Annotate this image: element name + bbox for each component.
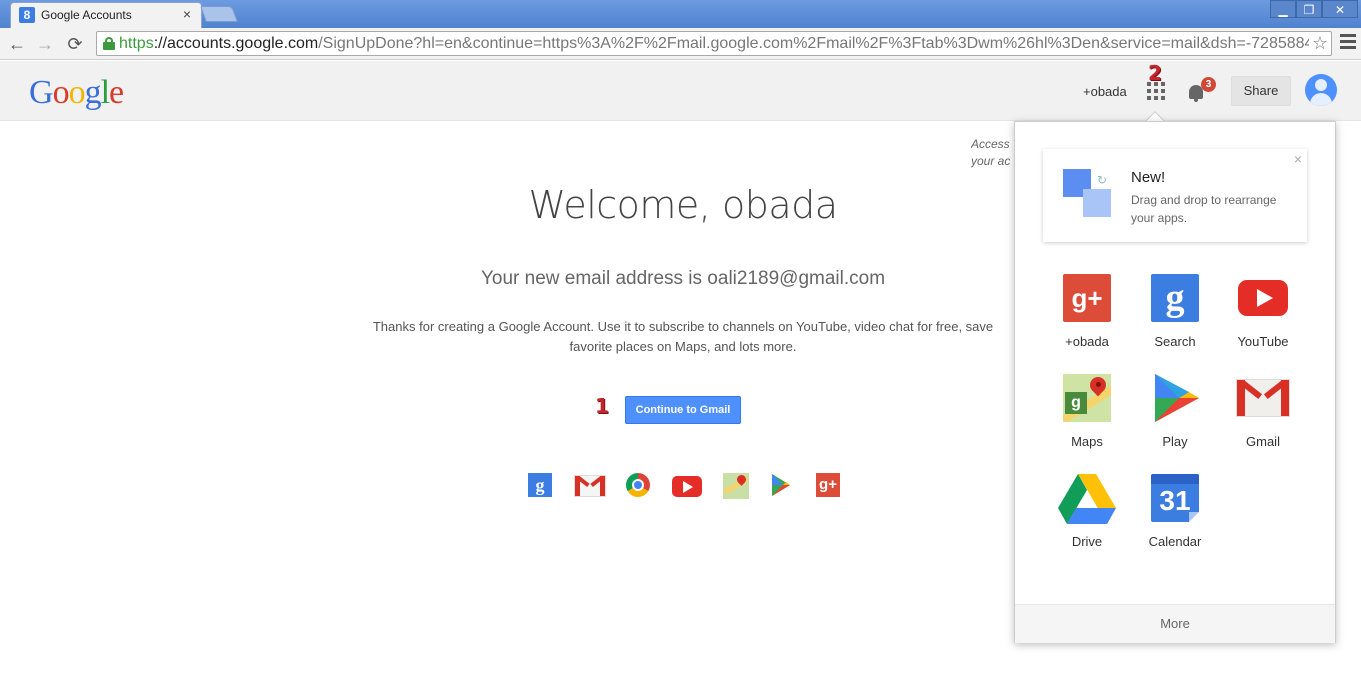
app-gmail[interactable]: Gmail bbox=[1219, 374, 1307, 464]
address-bar[interactable]: https://accounts.google.com/SignUpDone?h… bbox=[96, 31, 1332, 56]
google-logo[interactable]: Google bbox=[29, 74, 124, 112]
gmail-icon[interactable] bbox=[574, 475, 606, 497]
promo-text: Drag and drop to rearrange your apps. bbox=[1131, 193, 1277, 225]
google-plus-icon: g+ bbox=[1063, 274, 1111, 322]
minimize-button[interactable]: ▁ bbox=[1270, 0, 1296, 18]
app-play[interactable]: Play bbox=[1131, 374, 1219, 464]
app-drive[interactable]: Drive bbox=[1043, 474, 1131, 564]
tab-close-icon[interactable]: × bbox=[183, 6, 191, 22]
new-tab-button[interactable] bbox=[200, 6, 238, 22]
logo-letter: o bbox=[52, 74, 70, 111]
gmail-icon bbox=[1236, 379, 1290, 417]
drive-icon bbox=[1058, 474, 1116, 524]
new-email-address-text: Your new email address is oali2189@gmail… bbox=[480, 268, 886, 289]
notification-count-badge[interactable]: 3 bbox=[1201, 77, 1216, 92]
browser-titlebar: 8 Google Accounts × ▁ ❐ ✕ bbox=[0, 0, 1361, 28]
maps-icon: g bbox=[1063, 374, 1111, 422]
rearrange-promo-card: ↻ New! Drag and drop to rearrange your a… bbox=[1043, 149, 1307, 242]
apps-grid-icon[interactable] bbox=[1147, 82, 1165, 100]
promo-title: New! bbox=[1131, 169, 1166, 186]
google-plus-profile-link[interactable]: +obada bbox=[1083, 84, 1127, 99]
tab-title: Google Accounts bbox=[41, 8, 132, 22]
maps-icon[interactable] bbox=[723, 473, 749, 499]
play-icon bbox=[1151, 374, 1199, 422]
search-icon[interactable]: g bbox=[528, 473, 552, 497]
reload-button[interactable]: ⟳ bbox=[64, 34, 86, 54]
app-calendar[interactable]: 31 Calendar bbox=[1131, 474, 1219, 564]
app-youtube[interactable]: YouTube bbox=[1219, 274, 1307, 364]
logo-letter: g bbox=[84, 74, 102, 111]
play-icon[interactable] bbox=[770, 473, 792, 497]
url-text[interactable]: https://accounts.google.com/SignUpDone?h… bbox=[119, 35, 1309, 53]
annotation-number-1: 1 bbox=[595, 394, 609, 418]
thanks-paragraph: Thanks for creating a Google Account. Us… bbox=[372, 319, 994, 354]
welcome-heading: Welcome, obada bbox=[528, 183, 838, 227]
app-label: Search bbox=[1154, 334, 1196, 349]
access-note: Access your ac bbox=[971, 136, 1015, 170]
back-button[interactable]: ← bbox=[6, 34, 28, 54]
maximize-button[interactable]: ❐ bbox=[1296, 0, 1322, 18]
youtube-icon bbox=[1238, 280, 1288, 316]
url-host: accounts.google.com bbox=[167, 35, 319, 52]
chrome-icon[interactable] bbox=[626, 473, 650, 497]
apps-launcher-panel: ↻ New! Drag and drop to rearrange your a… bbox=[1014, 121, 1336, 643]
lock-icon[interactable] bbox=[103, 37, 115, 50]
youtube-icon[interactable] bbox=[672, 476, 702, 497]
url-scheme: https bbox=[119, 35, 154, 52]
url-path: /SignUpDone?hl=en&continue=https%3A%2F%2… bbox=[318, 35, 1309, 52]
app-google-plus[interactable]: g+ +obada bbox=[1043, 274, 1131, 364]
app-label: Drive bbox=[1071, 534, 1103, 549]
close-icon[interactable]: × bbox=[1294, 151, 1302, 167]
logo-letter: l bbox=[100, 74, 111, 111]
share-button[interactable]: Share bbox=[1231, 76, 1291, 106]
app-search[interactable]: g Search bbox=[1131, 274, 1219, 364]
continue-to-gmail-button[interactable]: Continue to Gmail bbox=[625, 396, 741, 424]
google-plus-icon[interactable]: g+ bbox=[816, 473, 840, 497]
google-favicon-icon: 8 bbox=[19, 7, 35, 23]
browser-tab[interactable]: 8 Google Accounts × bbox=[10, 2, 202, 28]
app-label: +obada bbox=[1065, 334, 1109, 349]
chrome-menu-icon[interactable] bbox=[1340, 34, 1356, 50]
logo-letter: o bbox=[68, 74, 86, 111]
access-note-line: your ac bbox=[971, 154, 1011, 168]
close-window-button[interactable]: ✕ bbox=[1322, 0, 1358, 18]
browser-toolbar: ← → ⟳ https://accounts.google.com/SignUp… bbox=[0, 28, 1361, 60]
google-search-icon: g bbox=[1151, 274, 1199, 322]
app-label: Calendar bbox=[1148, 534, 1202, 549]
logo-letter: G bbox=[29, 74, 54, 111]
maps-g-glyph: g bbox=[1065, 392, 1087, 414]
app-label: Gmail bbox=[1246, 434, 1280, 449]
rearrange-apps-icon: ↻ bbox=[1063, 169, 1111, 217]
account-avatar[interactable] bbox=[1305, 74, 1337, 106]
logo-letter: e bbox=[109, 74, 124, 111]
calendar-icon: 31 bbox=[1151, 474, 1199, 522]
access-note-line: Access bbox=[971, 137, 1010, 151]
app-maps[interactable]: g Maps bbox=[1043, 374, 1131, 464]
forward-button[interactable]: → bbox=[34, 34, 56, 54]
bookmark-star-icon[interactable]: ☆ bbox=[1312, 33, 1328, 54]
app-label: Play bbox=[1162, 434, 1188, 449]
more-apps-link[interactable]: More bbox=[1015, 604, 1335, 643]
app-label: Maps bbox=[1071, 434, 1103, 449]
app-label: YouTube bbox=[1237, 334, 1289, 349]
